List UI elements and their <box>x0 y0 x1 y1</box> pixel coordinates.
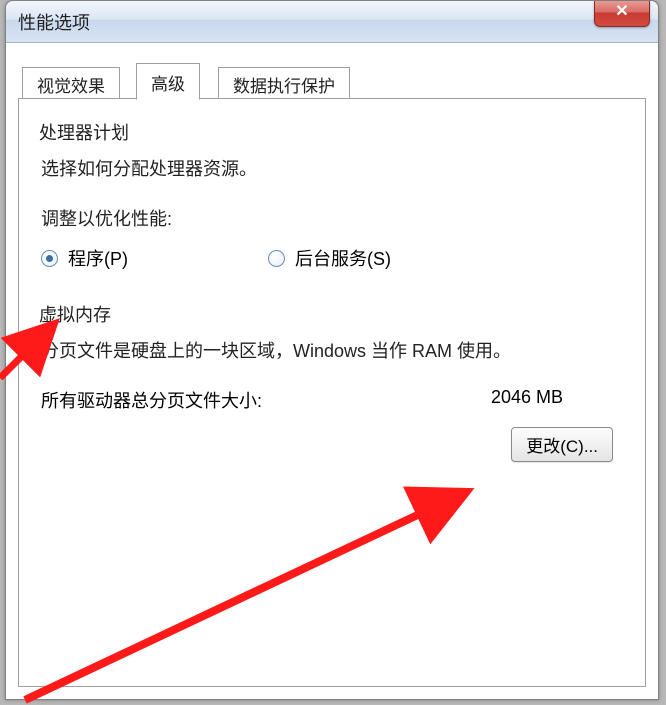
titlebar: 性能选项 ✕ <box>6 1 658 43</box>
processor-scheduling-group: 处理器计划 选择如何分配处理器资源。 调整以优化性能: 程序(P) 后台服务(S… <box>41 119 623 271</box>
window-title: 性能选项 <box>18 9 90 35</box>
virtual-memory-group: 虚拟内存 分页文件是硬盘上的一块区域，Windows 当作 RAM 使用。 所有… <box>41 301 623 462</box>
tab-label: 视觉效果 <box>37 77 105 96</box>
vm-total-label: 所有驱动器总分页文件大小: <box>41 387 262 413</box>
change-button[interactable]: 更改(C)... <box>511 427 613 462</box>
radio-programs[interactable] <box>41 250 58 267</box>
radio-row: 程序(P) 后台服务(S) <box>41 245 623 271</box>
group-desc-processor: 选择如何分配处理器资源。 <box>41 155 623 181</box>
vm-button-row: 更改(C)... <box>41 427 623 462</box>
performance-options-window: 性能选项 ✕ 视觉效果 高级 数据执行保护 处理器计划 选择如何分配处理器资源。… <box>5 0 659 700</box>
close-button[interactable]: ✕ <box>594 1 650 27</box>
group-title-processor: 处理器计划 <box>39 119 623 145</box>
tabstrip: 视觉效果 高级 数据执行保护 <box>18 63 646 99</box>
adjust-label: 调整以优化性能: <box>41 205 623 231</box>
tabpage-advanced: 处理器计划 选择如何分配处理器资源。 调整以优化性能: 程序(P) 后台服务(S… <box>18 99 646 687</box>
radio-background-label[interactable]: 后台服务(S) <box>295 245 391 271</box>
group-title-vm: 虚拟内存 <box>39 301 623 327</box>
radio-programs-label[interactable]: 程序(P) <box>68 245 128 271</box>
tab-visual-effects[interactable]: 视觉效果 <box>22 67 120 99</box>
tab-label: 高级 <box>151 75 185 94</box>
group-desc-vm: 分页文件是硬盘上的一块区域，Windows 当作 RAM 使用。 <box>41 337 623 363</box>
radio-background[interactable] <box>268 250 285 267</box>
tab-dep[interactable]: 数据执行保护 <box>218 67 350 99</box>
client-area: 视觉效果 高级 数据执行保护 处理器计划 选择如何分配处理器资源。 调整以优化性… <box>6 43 658 699</box>
tab-label: 数据执行保护 <box>233 77 335 96</box>
vm-total-row: 所有驱动器总分页文件大小: 2046 MB <box>41 387 623 413</box>
close-icon: ✕ <box>615 3 628 20</box>
vm-total-value: 2046 MB <box>491 387 563 413</box>
tab-advanced[interactable]: 高级 <box>136 63 200 100</box>
